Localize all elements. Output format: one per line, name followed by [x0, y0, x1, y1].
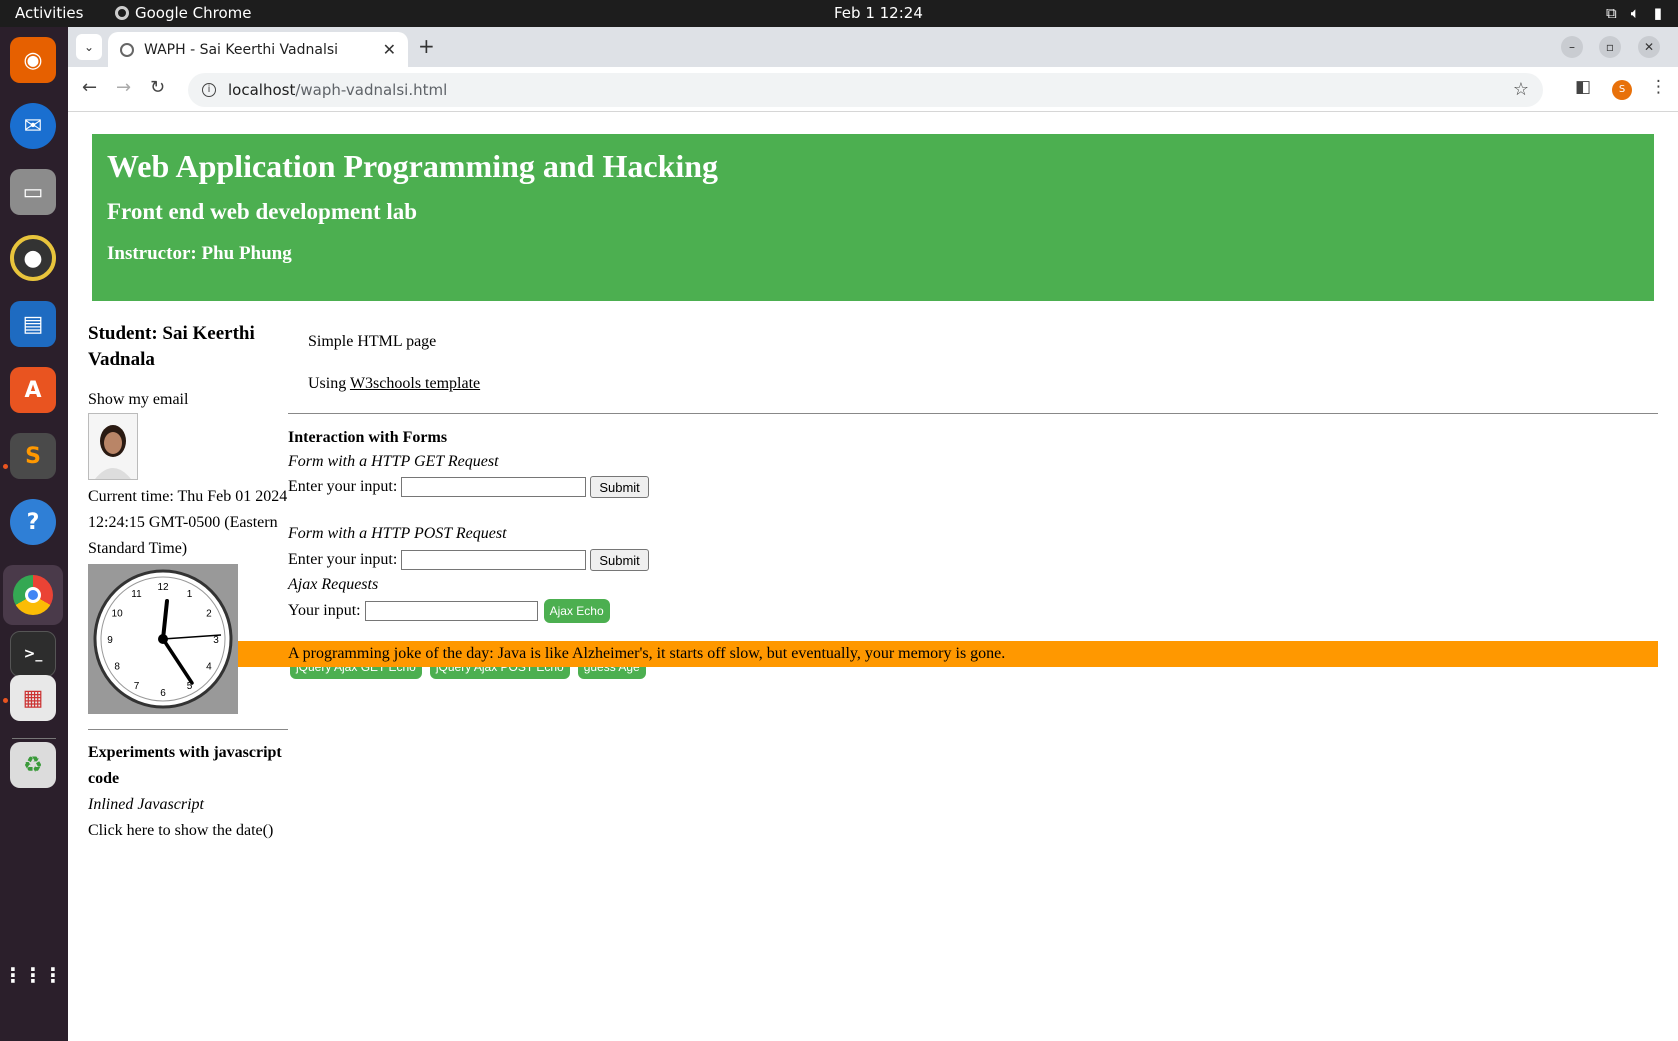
site-info-icon[interactable]: i	[202, 83, 216, 97]
tab-search-button[interactable]: ⌄	[76, 34, 102, 60]
dock: ◉ ✉ ▭ ● ▤ A S ? >_ ▦ ♻ ⋮⋮⋮	[0, 27, 68, 1041]
show-email-link[interactable]: Show my email	[88, 387, 288, 413]
page-header: Web Application Programming and Hacking …	[92, 134, 1654, 301]
trash-icon[interactable]: ♻	[10, 742, 56, 788]
network-icon: ⧉	[1606, 4, 1617, 22]
ajax-echo-button[interactable]: Ajax Echo	[543, 599, 610, 623]
forward-icon[interactable]: →	[116, 77, 131, 98]
help-icon[interactable]: ?	[10, 499, 56, 545]
clock-numeral: 12	[157, 582, 169, 593]
post-input-label: Enter your input:	[288, 551, 398, 568]
w3-template-text: Using W3schools template	[308, 375, 481, 392]
app-name: Google Chrome	[135, 4, 252, 22]
files-icon[interactable]: ▭	[10, 169, 56, 215]
joke-banner: A programming joke of the day: Java is l…	[238, 641, 1658, 667]
student-name: Student: Sai Keerthi Vadnala	[88, 323, 255, 370]
clock-numeral: 10	[112, 609, 124, 620]
url-path: /waph-vadnalsi.html	[295, 81, 448, 99]
app-center-icon[interactable]: A	[10, 367, 56, 413]
activities-button[interactable]: Activities	[15, 4, 83, 22]
maximize-button[interactable]: ▫	[1599, 36, 1621, 58]
left-sidebar: Student: Sai Keerthi Vadnala Show my ema…	[88, 321, 288, 844]
tab-title: WAPH - Sai Keerthi Vadnalsi	[144, 41, 339, 58]
reload-icon[interactable]: ↻	[150, 77, 165, 98]
firefox-icon[interactable]: ◉	[10, 37, 56, 83]
page-title: Web Application Programming and Hacking	[107, 148, 719, 184]
ajax-form: Your input: Ajax Echo	[288, 597, 1658, 625]
person-icon	[95, 425, 131, 479]
new-tab-button[interactable]: +	[418, 34, 435, 58]
clock-numeral: 2	[206, 609, 212, 620]
chrome-icon	[115, 6, 129, 20]
get-form: Enter your input: Submit	[288, 474, 1658, 500]
forms-heading: Interaction with Forms	[288, 429, 448, 446]
clock-numeral: 7	[134, 681, 140, 692]
document-viewer-icon[interactable]: ▦	[10, 675, 56, 721]
rhythmbox-icon[interactable]: ●	[10, 235, 56, 281]
inlined-js-heading: Inlined Javascript	[88, 796, 204, 813]
divider	[288, 413, 1658, 414]
close-tab-icon[interactable]: ✕	[383, 40, 396, 59]
clock-numeral: 1	[187, 589, 193, 600]
post-form: Enter your input: Submit	[288, 547, 1658, 573]
ajax-input-field[interactable]	[364, 601, 538, 621]
show-date-link[interactable]: Click here to show the date()	[88, 818, 288, 844]
divider	[88, 729, 288, 730]
get-form-heading: Form with a HTTP GET Request	[288, 453, 499, 470]
get-input-label: Enter your input:	[288, 478, 398, 495]
web-page: Web Application Programming and Hacking …	[68, 113, 1678, 1041]
tab-active[interactable]: WAPH - Sai Keerthi Vadnalsi ✕	[108, 32, 408, 67]
current-time: Current time: Thu Feb 01 2024 12:24:15 G…	[88, 488, 288, 557]
student-photo	[88, 413, 138, 480]
thunderbird-icon[interactable]: ✉	[10, 103, 56, 149]
system-top-bar: Activities Google Chrome Feb 1 12:24 ⧉ 🔈…	[0, 0, 1678, 27]
post-input-field[interactable]	[401, 550, 587, 570]
terminal-icon[interactable]: >_	[10, 631, 56, 677]
system-tray[interactable]: ⧉ 🔈︎ ▮	[1606, 4, 1662, 22]
writer-icon[interactable]: ▤	[10, 301, 56, 347]
tab-strip: ⌄ WAPH - Sai Keerthi Vadnalsi ✕ + – ▫ ✕	[68, 27, 1678, 67]
post-submit-button[interactable]: Submit	[590, 549, 649, 571]
clock-face: 121234567891011	[93, 569, 233, 709]
w3schools-link[interactable]: W3schools template	[350, 375, 480, 392]
address-bar[interactable]: i localhost/waph-vadnalsi.html ☆	[188, 73, 1543, 107]
page-subtitle: Front end web development lab	[107, 199, 418, 224]
chrome-dock-icon[interactable]	[3, 565, 63, 625]
ajax-input-label: Your input:	[288, 602, 361, 619]
instructor-name: Instructor: Phu Phung	[107, 243, 292, 264]
app-menu[interactable]: Google Chrome	[115, 4, 252, 22]
clock-numeral: 8	[114, 662, 120, 673]
menu-icon[interactable]: ⋮	[1650, 77, 1667, 97]
get-submit-button[interactable]: Submit	[590, 476, 649, 498]
simple-page-text: Simple HTML page	[308, 333, 437, 350]
globe-icon	[120, 42, 134, 57]
close-window-button[interactable]: ✕	[1638, 36, 1660, 58]
profile-avatar[interactable]: S	[1612, 80, 1632, 100]
browser-toolbar: ← → ↻ i localhost/waph-vadnalsi.html ☆ ◧…	[68, 67, 1678, 112]
clock-numeral: 9	[107, 635, 113, 646]
clock-numeral: 4	[206, 662, 212, 673]
sublime-text-icon[interactable]: S	[10, 433, 56, 479]
post-form-heading: Form with a HTTP POST Request	[288, 525, 507, 542]
system-clock[interactable]: Feb 1 12:24	[834, 4, 923, 22]
volume-icon: 🔈︎	[1630, 4, 1640, 22]
clock-numeral: 6	[160, 688, 166, 699]
clock-numeral: 3	[213, 635, 219, 646]
battery-icon: ▮	[1653, 4, 1662, 22]
ajax-heading: Ajax Requests	[288, 576, 379, 593]
side-panel-icon[interactable]: ◧	[1575, 77, 1591, 97]
clock-numeral: 11	[131, 589, 142, 600]
bookmark-star-icon[interactable]: ☆	[1513, 79, 1529, 100]
analog-clock: 12 1 2 3 4 5 6 7 8 9 10 11	[88, 564, 238, 714]
show-apps-icon[interactable]: ⋮⋮⋮	[3, 952, 63, 998]
get-input-field[interactable]	[401, 477, 587, 497]
minimize-button[interactable]: –	[1561, 36, 1583, 58]
js-experiments-heading: Experiments with javascript code	[88, 744, 282, 787]
main-content: Simple HTML page Using W3schools templat…	[288, 321, 1658, 681]
url-host: localhost	[228, 81, 296, 99]
back-icon[interactable]: ←	[82, 77, 97, 98]
